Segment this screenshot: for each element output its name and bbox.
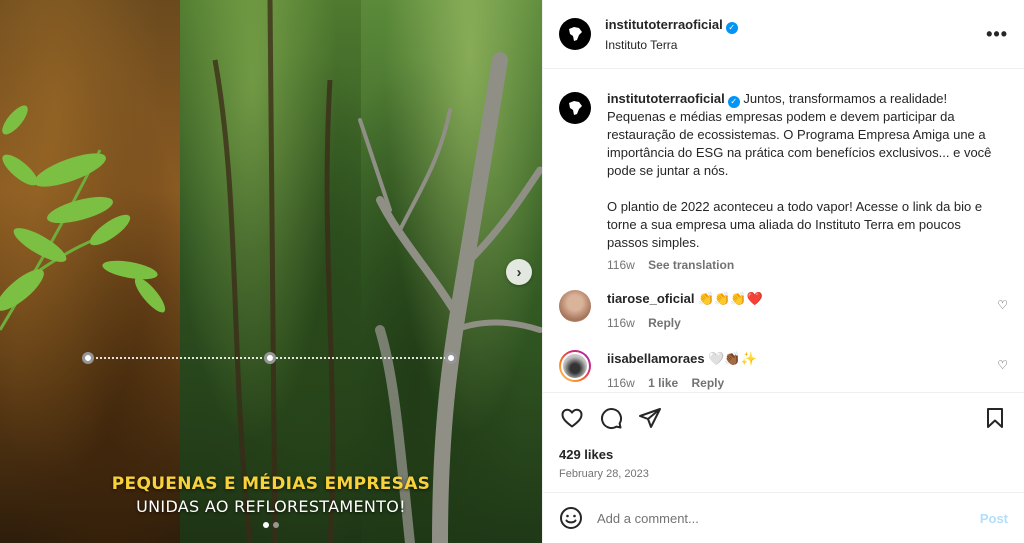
- caption-author[interactable]: institutoterraoficial: [607, 91, 725, 106]
- post-comment-button[interactable]: Post: [980, 511, 1008, 526]
- avatar-story-ring[interactable]: [559, 350, 591, 382]
- comment-button[interactable]: [598, 405, 624, 431]
- like-comment-heart-icon[interactable]: ♡: [997, 358, 1008, 372]
- more-options-button[interactable]: •••: [986, 24, 1008, 45]
- comment-author[interactable]: tiarose_oficial: [607, 291, 694, 306]
- media-caption-line1: PEQUENAS E MÉDIAS EMPRESAS: [111, 474, 431, 494]
- comment-author[interactable]: iisabellamoraes: [607, 351, 705, 366]
- comment-composer: Post: [543, 492, 1024, 543]
- comment-time[interactable]: 116w: [607, 376, 635, 390]
- timeline-node: [82, 352, 94, 364]
- comment-text: 🤍👏🏾✨: [708, 351, 757, 366]
- post-media[interactable]: › PEQUENAS E MÉDIAS EMPRESAS UNIDAS AO R…: [0, 0, 542, 543]
- comment-item: tiarose_oficial 👏👏👏❤️ 116w Reply ♡: [559, 290, 1008, 332]
- like-button[interactable]: [559, 405, 585, 431]
- see-translation-link[interactable]: See translation: [648, 258, 734, 272]
- media-caption-line2: UNIDAS AO REFLORESTAMENTO!: [136, 497, 406, 516]
- media-caption: PEQUENAS E MÉDIAS EMPRESAS UNIDAS AO REF…: [0, 474, 542, 516]
- comment-likes[interactable]: 1 like: [648, 376, 678, 390]
- bookmark-icon: [987, 408, 1003, 428]
- share-button[interactable]: [637, 405, 663, 431]
- caption-row: institutoterraoficial ✓ Juntos, transform…: [559, 90, 1008, 272]
- save-button[interactable]: [982, 405, 1008, 431]
- caption-paragraph-2: O plantio de 2022 aconteceu a todo vapor…: [607, 199, 983, 250]
- header-subtitle[interactable]: Instituto Terra: [605, 38, 986, 52]
- brazil-map-logo-icon: [569, 101, 582, 115]
- post-actions: 429 likes February 28, 2023: [543, 392, 1024, 480]
- media-illustration: [0, 0, 542, 543]
- reply-button[interactable]: Reply: [648, 316, 681, 330]
- instagram-post: › PEQUENAS E MÉDIAS EMPRESAS UNIDAS AO R…: [0, 0, 1024, 543]
- comment-time[interactable]: 116w: [607, 316, 635, 330]
- reply-button[interactable]: Reply: [692, 376, 725, 390]
- post-side-panel: institutoterraoficial ✓ Instituto Terra •…: [542, 0, 1024, 543]
- paper-plane-icon: [639, 408, 661, 428]
- brazil-map-logo-icon: [569, 27, 582, 41]
- avatar[interactable]: [559, 18, 591, 50]
- comments-scroll-area[interactable]: institutoterraoficial ✓ Juntos, transform…: [543, 70, 1024, 391]
- timeline-node: [264, 352, 276, 364]
- comment-item: iisabellamoraes 🤍👏🏾✨ 116w 1 like Reply ♡: [559, 350, 1008, 391]
- avatar[interactable]: [559, 92, 591, 124]
- avatar[interactable]: [559, 290, 591, 322]
- timeline-node: [445, 352, 457, 364]
- verified-badge-icon: ✓: [725, 21, 738, 34]
- caption-time[interactable]: 116w: [607, 258, 635, 272]
- verified-badge-icon: ✓: [727, 96, 740, 108]
- emoji-icon[interactable]: [559, 506, 583, 530]
- chevron-right-icon: ›: [516, 263, 522, 281]
- timeline-divider: [82, 352, 457, 364]
- carousel-next-button[interactable]: ›: [506, 259, 532, 285]
- carousel-dot: [263, 522, 269, 528]
- like-comment-heart-icon[interactable]: ♡: [997, 298, 1008, 312]
- heart-icon: [561, 408, 583, 428]
- comment-text: 👏👏👏❤️: [698, 291, 763, 306]
- carousel-dot: [273, 522, 279, 528]
- carousel-indicator: [0, 522, 542, 528]
- post-date[interactable]: February 28, 2023: [559, 468, 1008, 480]
- add-comment-input[interactable]: [597, 510, 980, 526]
- likes-count[interactable]: 429 likes: [559, 447, 1008, 462]
- post-caption: institutoterraoficial ✓ Juntos, transform…: [607, 90, 1000, 252]
- post-header: institutoterraoficial ✓ Instituto Terra •…: [543, 0, 1024, 69]
- header-username[interactable]: institutoterraoficial: [605, 17, 723, 32]
- comment-bubble-icon: [601, 408, 623, 430]
